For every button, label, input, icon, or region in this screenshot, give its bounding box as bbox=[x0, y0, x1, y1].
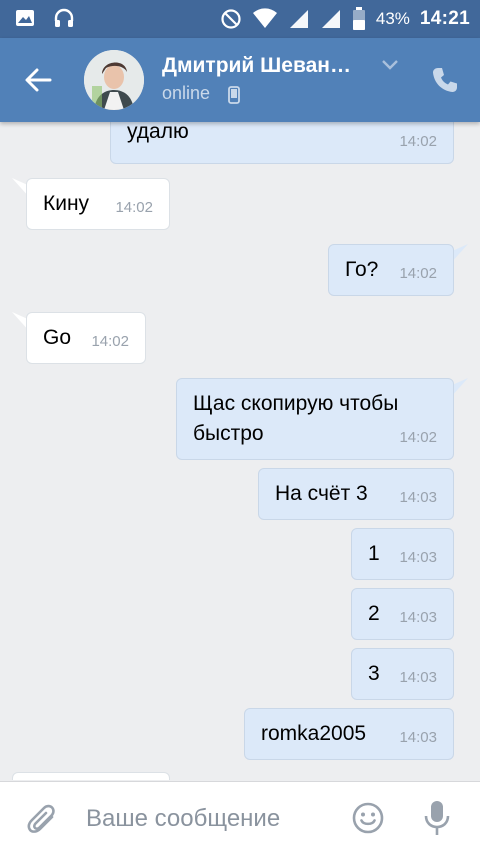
message-text: Го? bbox=[345, 258, 379, 281]
message-text: 2 bbox=[368, 602, 380, 625]
message-text: На счёт 3 bbox=[275, 482, 368, 505]
message-outgoing[interactable]: Го? 14:02 bbox=[328, 244, 454, 296]
message-text: Кину bbox=[43, 192, 90, 215]
status-bar: 43% 14:21 bbox=[0, 0, 480, 38]
message-time: 14:03 bbox=[399, 669, 437, 686]
message-text: 3 bbox=[368, 662, 380, 685]
message-outgoing[interactable]: удалю 14:02 bbox=[110, 122, 454, 164]
message-time: 14:03 bbox=[399, 549, 437, 566]
headset-icon bbox=[54, 8, 74, 27]
message-time: 14:02 bbox=[91, 333, 129, 350]
message-composer bbox=[0, 781, 480, 854]
message-time: 14:03 bbox=[399, 489, 437, 506]
message-outgoing[interactable]: romka2005 14:03 bbox=[244, 708, 454, 760]
signal-icon bbox=[321, 10, 340, 28]
status-indicators: 43% 14:21 bbox=[220, 7, 470, 31]
do-not-disturb-icon bbox=[221, 9, 241, 29]
message-text: удалю bbox=[127, 122, 189, 143]
emoji-icon[interactable] bbox=[352, 802, 384, 834]
battery-icon bbox=[352, 7, 365, 30]
image-icon bbox=[16, 10, 34, 26]
avatar[interactable] bbox=[84, 50, 144, 110]
wifi-icon bbox=[252, 8, 277, 28]
avatar-photo bbox=[84, 50, 144, 110]
message-time: 14:02 bbox=[399, 133, 437, 150]
message-text: romka2005 bbox=[261, 722, 367, 745]
message-list[interactable]: удалю 14:02 Кину 14:02 Го? 14:02 Go 14:0… bbox=[0, 122, 480, 780]
microphone-icon[interactable] bbox=[424, 799, 450, 837]
message-incoming[interactable]: Кину 14:02 bbox=[26, 178, 170, 230]
phone-icon[interactable] bbox=[430, 65, 460, 95]
message-outgoing[interactable]: На счёт 3 14:03 bbox=[258, 468, 454, 520]
message-time: 14:02 bbox=[115, 199, 153, 216]
message-time: 14:03 bbox=[399, 609, 437, 626]
mobile-device-icon bbox=[228, 86, 240, 104]
presence-status: online bbox=[162, 83, 211, 103]
back-arrow-icon[interactable] bbox=[20, 64, 56, 96]
status-time: 14:21 bbox=[419, 8, 470, 29]
signal-icon bbox=[289, 10, 308, 28]
message-outgoing[interactable]: 1 14:03 bbox=[351, 528, 454, 580]
chat-header: Дмитрий Шеван… online bbox=[0, 38, 480, 122]
message-outgoing[interactable]: Щас скопирую чтобы быстро 14:02 bbox=[176, 378, 454, 460]
contact-name[interactable]: Дмитрий Шеван… bbox=[162, 54, 351, 78]
paperclip-icon[interactable] bbox=[26, 802, 58, 836]
message-time: 14:02 bbox=[399, 265, 437, 282]
message-input[interactable] bbox=[86, 802, 326, 836]
message-outgoing[interactable]: 2 14:03 bbox=[351, 588, 454, 640]
message-outgoing[interactable]: 3 14:03 bbox=[351, 648, 454, 700]
status-notifications bbox=[14, 7, 76, 29]
message-text: Go bbox=[43, 326, 72, 349]
message-time: 14:03 bbox=[399, 729, 437, 746]
message-incoming[interactable]: Go 14:02 bbox=[26, 312, 146, 364]
chevron-down-icon[interactable] bbox=[380, 58, 400, 72]
battery-percent: 43% bbox=[375, 9, 410, 28]
message-incoming-partial[interactable] bbox=[12, 772, 170, 780]
message-text: 1 bbox=[368, 542, 380, 565]
message-time: 14:02 bbox=[399, 429, 437, 446]
